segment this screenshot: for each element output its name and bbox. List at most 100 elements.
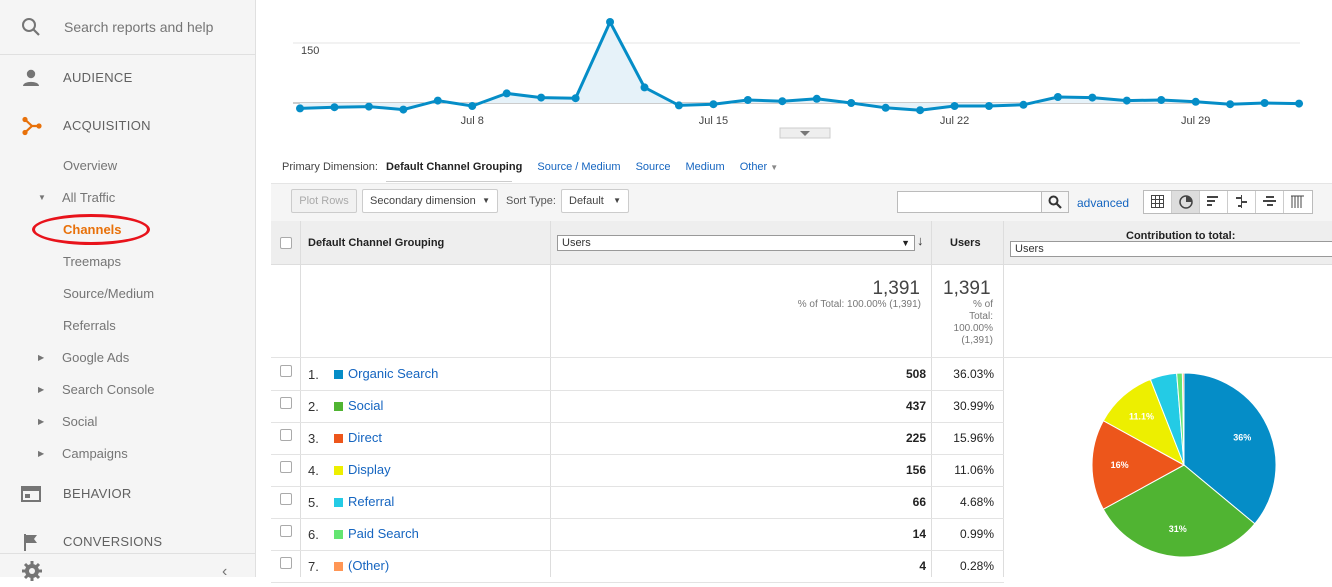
sort-descending-icon[interactable]: ↓ xyxy=(917,233,924,248)
primary-dimension-other[interactable]: Other ▼ xyxy=(740,161,779,173)
sidebar-item-all-traffic[interactable]: All Traffic xyxy=(62,190,115,205)
data-view-button[interactable] xyxy=(1144,191,1172,213)
pie-slice-label: 31% xyxy=(1169,524,1187,534)
chart-data-point xyxy=(674,101,683,110)
sidebar-search[interactable]: Search reports and help xyxy=(0,0,255,55)
sidebar-section-behavior[interactable]: BEHAVIOR xyxy=(0,472,255,516)
row-checkbox[interactable] xyxy=(280,397,292,409)
bar-chart-icon xyxy=(1207,196,1218,206)
row-checkbox[interactable] xyxy=(280,365,292,377)
chart-data-point xyxy=(881,103,890,112)
select-all-checkbox[interactable] xyxy=(280,237,292,249)
x-tick-label: Jul 15 xyxy=(699,115,728,127)
row-number: 6. xyxy=(308,527,319,542)
sort-type-label: Sort Type: xyxy=(506,195,556,207)
behavior-icon xyxy=(21,484,43,504)
row-users-percent: 0.99% xyxy=(959,527,994,541)
row-channel-link[interactable]: (Other) xyxy=(348,558,389,573)
pie-chart: 36% 31% 16% 11.1% xyxy=(1091,372,1277,558)
sidebar-item-source-medium[interactable]: Source/Medium xyxy=(63,286,154,301)
x-tick-label: Jul 22 xyxy=(940,115,969,127)
row-checkbox[interactable] xyxy=(280,557,292,569)
row-channel-link[interactable]: Direct xyxy=(348,430,382,445)
sidebar-section-audience[interactable]: AUDIENCE xyxy=(0,56,255,100)
advanced-filter-link[interactable]: advanced xyxy=(1077,196,1129,210)
comparison-view-button[interactable] xyxy=(1228,191,1256,213)
line-chart: Jul 8 Jul 15 Jul 22 Jul 29 150 xyxy=(256,0,1332,150)
sidebar-item-google-ads[interactable]: Google Ads xyxy=(62,350,129,365)
pie-view-button[interactable] xyxy=(1172,191,1200,213)
chart-data-point xyxy=(640,83,649,92)
term-cloud-view-button[interactable] xyxy=(1256,191,1284,213)
total-users-value-2: 1,391 xyxy=(943,278,991,299)
metric-select-value: Users xyxy=(562,237,591,249)
pivot-icon xyxy=(1291,195,1304,208)
person-icon xyxy=(21,68,43,88)
primary-dimension-medium[interactable]: Medium xyxy=(686,161,725,173)
metric-select[interactable]: Users ▼ xyxy=(557,235,915,251)
row-channel-link[interactable]: Organic Search xyxy=(348,366,438,381)
pie-slice-label: 11.1% xyxy=(1129,412,1154,422)
sidebar-section-acquisition[interactable]: ACQUISITION xyxy=(0,104,255,148)
sort-type-dropdown[interactable]: Default ▼ xyxy=(561,189,629,213)
row-color-swatch xyxy=(334,562,343,571)
collapse-sidebar-icon[interactable]: ‹ xyxy=(222,563,227,581)
row-color-swatch xyxy=(334,466,343,475)
row-users-value: 156 xyxy=(905,463,926,477)
pivot-view-button[interactable] xyxy=(1284,191,1312,213)
total-users-subtext-2: % of Total: 100.00% (1,391) xyxy=(953,299,993,346)
table-row: 1. Organic Search 508 36.03% xyxy=(271,358,1004,390)
row-checkbox[interactable] xyxy=(280,461,292,473)
search-icon xyxy=(1048,195,1062,209)
row-channel-link[interactable]: Social xyxy=(348,398,383,413)
gear-icon[interactable] xyxy=(21,560,43,587)
secondary-dimension-dropdown[interactable]: Secondary dimension ▼ xyxy=(362,189,498,213)
row-channel-link[interactable]: Paid Search xyxy=(348,526,419,541)
sidebar-item-social[interactable]: Social xyxy=(62,414,97,429)
row-number: 4. xyxy=(308,463,319,478)
row-users-percent: 4.68% xyxy=(959,495,994,509)
sidebar-section-conversions[interactable]: CONVERSIONS xyxy=(0,520,255,564)
row-users-value: 14 xyxy=(912,527,926,541)
sidebar-item-search-console[interactable]: Search Console xyxy=(62,382,155,397)
row-checkbox[interactable] xyxy=(280,429,292,441)
sidebar-item-overview[interactable]: Overview xyxy=(63,158,117,173)
sidebar-item-referrals[interactable]: Referrals xyxy=(63,318,116,333)
chart-data-point xyxy=(709,100,718,109)
row-checkbox[interactable] xyxy=(280,525,292,537)
chart-data-point xyxy=(1122,96,1131,105)
sidebar-item-treemaps[interactable]: Treemaps xyxy=(63,254,121,269)
chart-data-point xyxy=(1295,99,1304,108)
column-header-users[interactable]: Users xyxy=(950,237,981,249)
sidebar-item-campaigns[interactable]: Campaigns xyxy=(62,446,128,461)
row-color-swatch xyxy=(334,530,343,539)
table-search-button[interactable] xyxy=(1041,191,1069,213)
row-checkbox[interactable] xyxy=(280,493,292,505)
caret-right-icon: ▶ xyxy=(38,417,45,426)
x-tick-label: Jul 8 xyxy=(461,115,484,127)
total-users-subtext: % of Total: 100.00% (1,391) xyxy=(797,299,921,310)
chart-data-point xyxy=(950,102,959,110)
row-users-value: 508 xyxy=(905,367,926,381)
sidebar-section-label: BEHAVIOR xyxy=(63,486,132,501)
primary-dimension-current: Default Channel Grouping xyxy=(386,161,523,173)
sidebar: Search reports and help AUDIENCE ACQUISI… xyxy=(0,0,256,581)
acquisition-icon xyxy=(21,116,43,136)
plot-rows-button[interactable]: Plot Rows xyxy=(291,189,357,213)
row-color-swatch xyxy=(334,498,343,507)
chart-data-point xyxy=(468,102,477,110)
row-channel-link[interactable]: Referral xyxy=(348,494,394,509)
row-channel-link[interactable]: Display xyxy=(348,462,391,477)
term-cloud-icon xyxy=(1263,196,1276,206)
grid-icon xyxy=(1151,195,1164,208)
primary-dimension-source-medium[interactable]: Source / Medium xyxy=(537,161,620,173)
row-number: 1. xyxy=(308,367,319,382)
performance-view-button[interactable] xyxy=(1200,191,1228,213)
contribution-select[interactable]: Users xyxy=(1010,241,1332,257)
table-search-input[interactable] xyxy=(897,191,1043,213)
primary-dimension-source[interactable]: Source xyxy=(636,161,671,173)
chart-data-point xyxy=(537,93,546,102)
chevron-down-icon: ▼ xyxy=(901,238,910,248)
chart-data-point xyxy=(502,89,511,98)
column-header-dimension[interactable]: Default Channel Grouping xyxy=(308,237,444,249)
